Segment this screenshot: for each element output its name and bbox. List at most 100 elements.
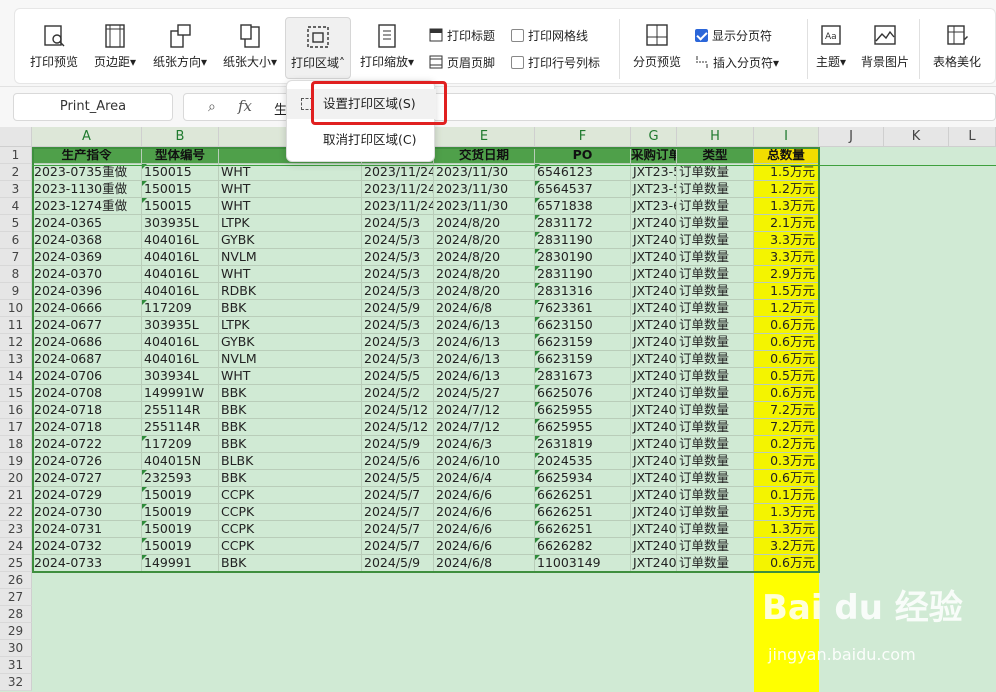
table-cell[interactable]: 订单数量 bbox=[677, 504, 754, 521]
table-cell[interactable]: 6626251 bbox=[535, 504, 631, 521]
table-cell[interactable]: 0.5万元 bbox=[754, 368, 819, 385]
table-cell[interactable]: 2024-0687 bbox=[32, 351, 142, 368]
table-cell[interactable]: 1.5万元 bbox=[754, 164, 819, 181]
table-cell[interactable]: CCPK bbox=[219, 504, 362, 521]
column-header-h[interactable]: H bbox=[677, 127, 754, 147]
table-cell[interactable]: 0.6万元 bbox=[754, 351, 819, 368]
table-cell[interactable]: 2024/8/20 bbox=[434, 232, 535, 249]
table-cell[interactable]: 2023/11/30 bbox=[434, 181, 535, 198]
table-cell[interactable]: 1.3万元 bbox=[754, 198, 819, 215]
header-cell[interactable]: 采购订单 bbox=[631, 147, 677, 164]
table-cell[interactable]: 3.3万元 bbox=[754, 249, 819, 266]
print-preview-button[interactable]: 打印预览 bbox=[25, 17, 83, 79]
table-cell[interactable]: 订单数量 bbox=[677, 487, 754, 504]
table-cell[interactable]: 1.2万元 bbox=[754, 181, 819, 198]
row-header[interactable]: 27 bbox=[0, 589, 32, 606]
table-cell[interactable]: 2024/5/7 bbox=[362, 521, 434, 538]
table-cell[interactable]: 2024/6/8 bbox=[434, 300, 535, 317]
table-cell[interactable]: 150015 bbox=[142, 164, 219, 181]
column-header-k[interactable]: K bbox=[884, 127, 949, 147]
table-cell[interactable]: 2024-0365 bbox=[32, 215, 142, 232]
table-cell[interactable]: 2024-0708 bbox=[32, 385, 142, 402]
table-cell[interactable]: 1.3万元 bbox=[754, 521, 819, 538]
set-print-area-item[interactable]: 设置打印区域(S) bbox=[287, 89, 436, 119]
table-cell[interactable]: 订单数量 bbox=[677, 436, 754, 453]
table-cell[interactable]: 订单数量 bbox=[677, 181, 754, 198]
table-cell[interactable]: 150019 bbox=[142, 487, 219, 504]
table-cell[interactable]: 0.2万元 bbox=[754, 436, 819, 453]
table-cell[interactable]: 2024/8/20 bbox=[434, 266, 535, 283]
table-cell[interactable]: 0.6万元 bbox=[754, 555, 819, 572]
table-cell[interactable]: 3.2万元 bbox=[754, 538, 819, 555]
table-cell[interactable]: 2023-0735重做 bbox=[32, 164, 142, 181]
row-header[interactable]: 30 bbox=[0, 640, 32, 657]
background-image-button[interactable]: 背景图片 bbox=[857, 17, 913, 79]
table-cell[interactable]: CCPK bbox=[219, 538, 362, 555]
table-cell[interactable]: 2.1万元 bbox=[754, 215, 819, 232]
table-cell[interactable]: 2023/11/24 bbox=[362, 164, 434, 181]
header-cell[interactable]: PO bbox=[535, 147, 631, 164]
table-cell[interactable]: 6625934 bbox=[535, 470, 631, 487]
table-cell[interactable]: 2024-0732 bbox=[32, 538, 142, 555]
table-cell[interactable]: 订单数量 bbox=[677, 300, 754, 317]
cancel-print-area-item[interactable]: 取消打印区域(C) bbox=[287, 125, 436, 155]
table-cell[interactable]: 7.2万元 bbox=[754, 402, 819, 419]
table-cell[interactable]: LTPK bbox=[219, 215, 362, 232]
table-cell[interactable]: BLBK bbox=[219, 453, 362, 470]
table-cell[interactable]: 3.3万元 bbox=[754, 232, 819, 249]
table-beautify-button[interactable]: 表格美化 bbox=[925, 17, 989, 79]
theme-button[interactable]: Aa 主题▾ bbox=[811, 17, 851, 79]
table-cell[interactable]: 2024/6/3 bbox=[434, 436, 535, 453]
table-cell[interactable]: 2831673 bbox=[535, 368, 631, 385]
row-header[interactable]: 21 bbox=[0, 487, 32, 504]
table-cell[interactable]: 2024/8/20 bbox=[434, 215, 535, 232]
table-cell[interactable]: 6626282 bbox=[535, 538, 631, 555]
table-cell[interactable]: 订单数量 bbox=[677, 317, 754, 334]
table-cell[interactable]: 2024/6/13 bbox=[434, 351, 535, 368]
table-cell[interactable]: LTPK bbox=[219, 317, 362, 334]
header-cell[interactable]: 类型 bbox=[677, 147, 754, 164]
table-cell[interactable]: 2024/5/27 bbox=[434, 385, 535, 402]
table-cell[interactable]: 2024/6/13 bbox=[434, 334, 535, 351]
table-cell[interactable]: 2024/5/7 bbox=[362, 487, 434, 504]
table-cell[interactable]: BBK bbox=[219, 436, 362, 453]
column-header-f[interactable]: F bbox=[535, 127, 631, 147]
table-cell[interactable]: 2024/5/12 bbox=[362, 402, 434, 419]
table-cell[interactable]: JXT240 bbox=[631, 436, 677, 453]
table-cell[interactable]: 404016L bbox=[142, 351, 219, 368]
table-cell[interactable]: 订单数量 bbox=[677, 266, 754, 283]
select-all-corner[interactable] bbox=[0, 127, 32, 147]
table-cell[interactable]: 404015N bbox=[142, 453, 219, 470]
table-cell[interactable]: 11003149 bbox=[535, 555, 631, 572]
table-cell[interactable]: NVLM bbox=[219, 351, 362, 368]
fx-icon[interactable]: fx bbox=[238, 97, 252, 115]
row-header[interactable]: 8 bbox=[0, 266, 32, 283]
table-cell[interactable]: 0.6万元 bbox=[754, 470, 819, 487]
table-cell[interactable]: 2024/6/6 bbox=[434, 521, 535, 538]
row-header[interactable]: 6 bbox=[0, 232, 32, 249]
table-cell[interactable]: 2024/5/12 bbox=[362, 419, 434, 436]
table-cell[interactable]: 2024/6/13 bbox=[434, 368, 535, 385]
table-cell[interactable]: 6623159 bbox=[535, 351, 631, 368]
table-cell[interactable]: 2024/5/3 bbox=[362, 317, 434, 334]
table-cell[interactable]: 2024/5/6 bbox=[362, 453, 434, 470]
table-cell[interactable]: JXT240 bbox=[631, 521, 677, 538]
table-cell[interactable]: NVLM bbox=[219, 249, 362, 266]
table-cell[interactable]: 149991 bbox=[142, 555, 219, 572]
table-cell[interactable]: 订单数量 bbox=[677, 249, 754, 266]
table-cell[interactable]: 订单数量 bbox=[677, 215, 754, 232]
table-cell[interactable]: JXT23-6 bbox=[631, 198, 677, 215]
print-row-col-checkbox[interactable]: 打印行号列标 bbox=[511, 52, 600, 72]
table-cell[interactable]: JXT240 bbox=[631, 232, 677, 249]
table-cell[interactable]: 2831190 bbox=[535, 266, 631, 283]
row-header[interactable]: 10 bbox=[0, 300, 32, 317]
table-cell[interactable]: 404016L bbox=[142, 283, 219, 300]
table-cell[interactable]: 1.2万元 bbox=[754, 300, 819, 317]
table-cell[interactable]: 2024/5/5 bbox=[362, 368, 434, 385]
table-cell[interactable]: 2024-0677 bbox=[32, 317, 142, 334]
row-header[interactable]: 17 bbox=[0, 419, 32, 436]
table-cell[interactable]: 2024/7/12 bbox=[434, 402, 535, 419]
table-cell[interactable]: 6564537 bbox=[535, 181, 631, 198]
table-cell[interactable]: 117209 bbox=[142, 436, 219, 453]
table-cell[interactable]: 2631819 bbox=[535, 436, 631, 453]
